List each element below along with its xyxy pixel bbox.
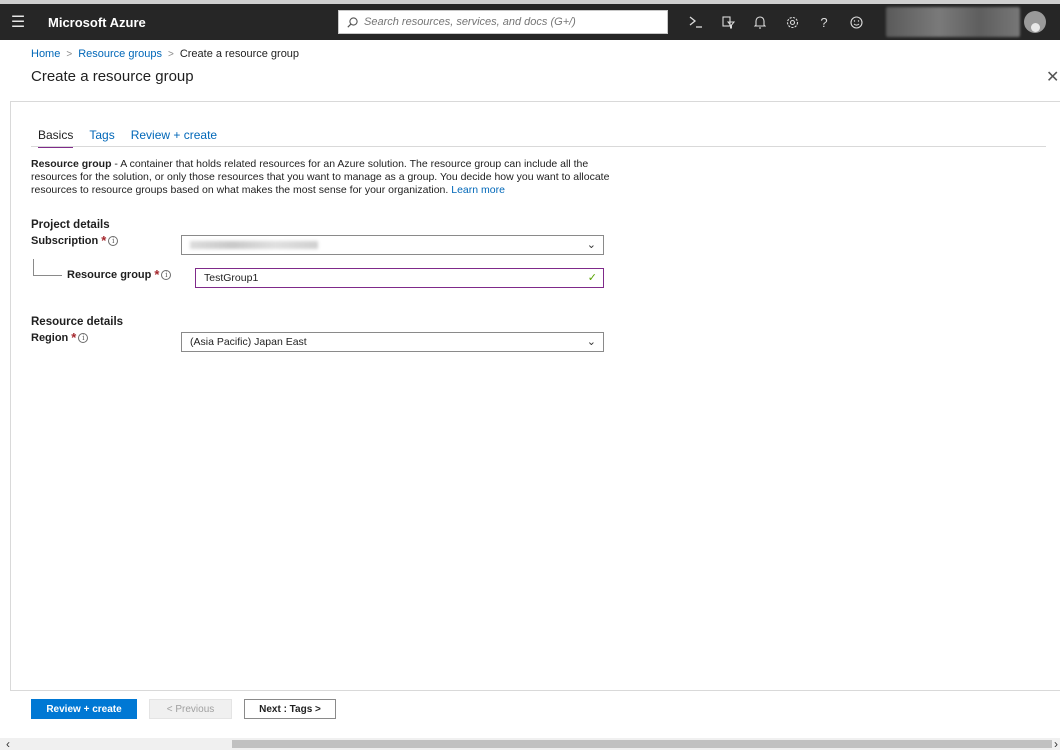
top-bar-actions: ?	[680, 4, 872, 40]
breadcrumb-home-link[interactable]: Home	[31, 48, 60, 60]
resource-group-input[interactable]	[204, 272, 584, 284]
subscription-value-redacted	[190, 241, 318, 249]
breadcrumb-current: Create a resource group	[179, 48, 300, 60]
next-tags-button[interactable]: Next : Tags >	[244, 699, 336, 719]
resource-details-heading: Resource details	[31, 316, 124, 328]
tab-tags[interactable]: Tags	[89, 128, 114, 148]
page-title: Create a resource group	[31, 68, 194, 85]
region-label: Region * i	[31, 330, 89, 345]
tree-connector-horizontal	[33, 275, 62, 276]
subscription-dropdown[interactable]: ⌄	[181, 235, 604, 255]
wizard-tabs: Basics Tags Review + create	[38, 128, 233, 148]
tree-connector-vertical	[33, 259, 34, 275]
resource-group-description: Resource group - A container that holds …	[31, 158, 616, 197]
search-input[interactable]	[364, 16, 654, 28]
required-star-icon: *	[154, 267, 160, 282]
breadcrumb-resource-groups-link[interactable]: Resource groups	[78, 48, 162, 60]
resource-group-label: Resource group * i	[67, 267, 172, 282]
top-bar: ☰ Microsoft Azure ?	[0, 0, 1060, 40]
previous-button[interactable]: < Previous	[149, 699, 232, 719]
user-avatar-icon[interactable]	[1024, 11, 1046, 33]
required-star-icon: *	[71, 330, 77, 345]
cloud-shell-icon[interactable]	[680, 4, 712, 40]
footer-divider	[11, 690, 1060, 691]
resource-group-label-text: Resource group	[67, 269, 152, 281]
info-icon[interactable]: i	[161, 270, 172, 280]
description-text: - A container that holds related resourc…	[31, 158, 610, 196]
info-icon[interactable]: i	[108, 236, 119, 246]
learn-more-link[interactable]: Learn more	[451, 184, 505, 196]
tab-basics[interactable]: Basics	[38, 128, 74, 148]
scroll-left-icon[interactable]: ‹	[6, 737, 10, 750]
resource-group-field[interactable]: ✓	[195, 268, 604, 288]
tab-review-create[interactable]: Review + create	[131, 128, 217, 148]
tabs-divider	[31, 146, 1046, 147]
subscription-label-text: Subscription	[31, 235, 99, 247]
feedback-icon[interactable]	[840, 4, 872, 40]
account-info-redacted[interactable]	[886, 7, 1020, 37]
breadcrumb-chevron-icon: >	[66, 48, 73, 60]
region-selected-value: (Asia Pacific) Japan East	[190, 336, 307, 348]
global-search[interactable]	[338, 10, 668, 34]
chevron-down-icon: ⌄	[586, 239, 596, 251]
info-icon[interactable]: i	[78, 333, 89, 343]
hamburger-menu-icon[interactable]: ☰	[0, 4, 36, 40]
scroll-right-icon[interactable]: ›	[1054, 737, 1058, 750]
description-term: Resource group	[31, 158, 112, 170]
settings-icon[interactable]	[776, 4, 808, 40]
region-label-text: Region	[31, 332, 69, 344]
subscription-label: Subscription * i	[31, 233, 119, 248]
brand-title[interactable]: Microsoft Azure	[48, 15, 338, 30]
region-dropdown[interactable]: (Asia Pacific) Japan East ⌄	[181, 332, 604, 352]
title-divider	[11, 101, 1060, 102]
directory-filter-icon[interactable]	[712, 4, 744, 40]
review-create-button[interactable]: Review + create	[31, 699, 137, 719]
notifications-icon[interactable]	[744, 4, 776, 40]
search-icon	[347, 16, 358, 28]
chevron-down-icon: ⌄	[586, 336, 596, 348]
breadcrumb-chevron-icon: >	[167, 48, 174, 60]
blade-left-border	[10, 101, 11, 691]
breadcrumb: Home > Resource groups > Create a resour…	[31, 48, 299, 60]
scrollbar-thumb[interactable]	[232, 740, 1052, 748]
valid-check-icon: ✓	[587, 272, 597, 284]
required-star-icon: *	[101, 233, 107, 248]
project-details-heading: Project details	[31, 219, 110, 231]
help-icon[interactable]: ?	[808, 4, 840, 40]
close-icon[interactable]: ✕	[1046, 70, 1060, 86]
horizontal-scrollbar[interactable]: ‹ ›	[0, 737, 1060, 750]
